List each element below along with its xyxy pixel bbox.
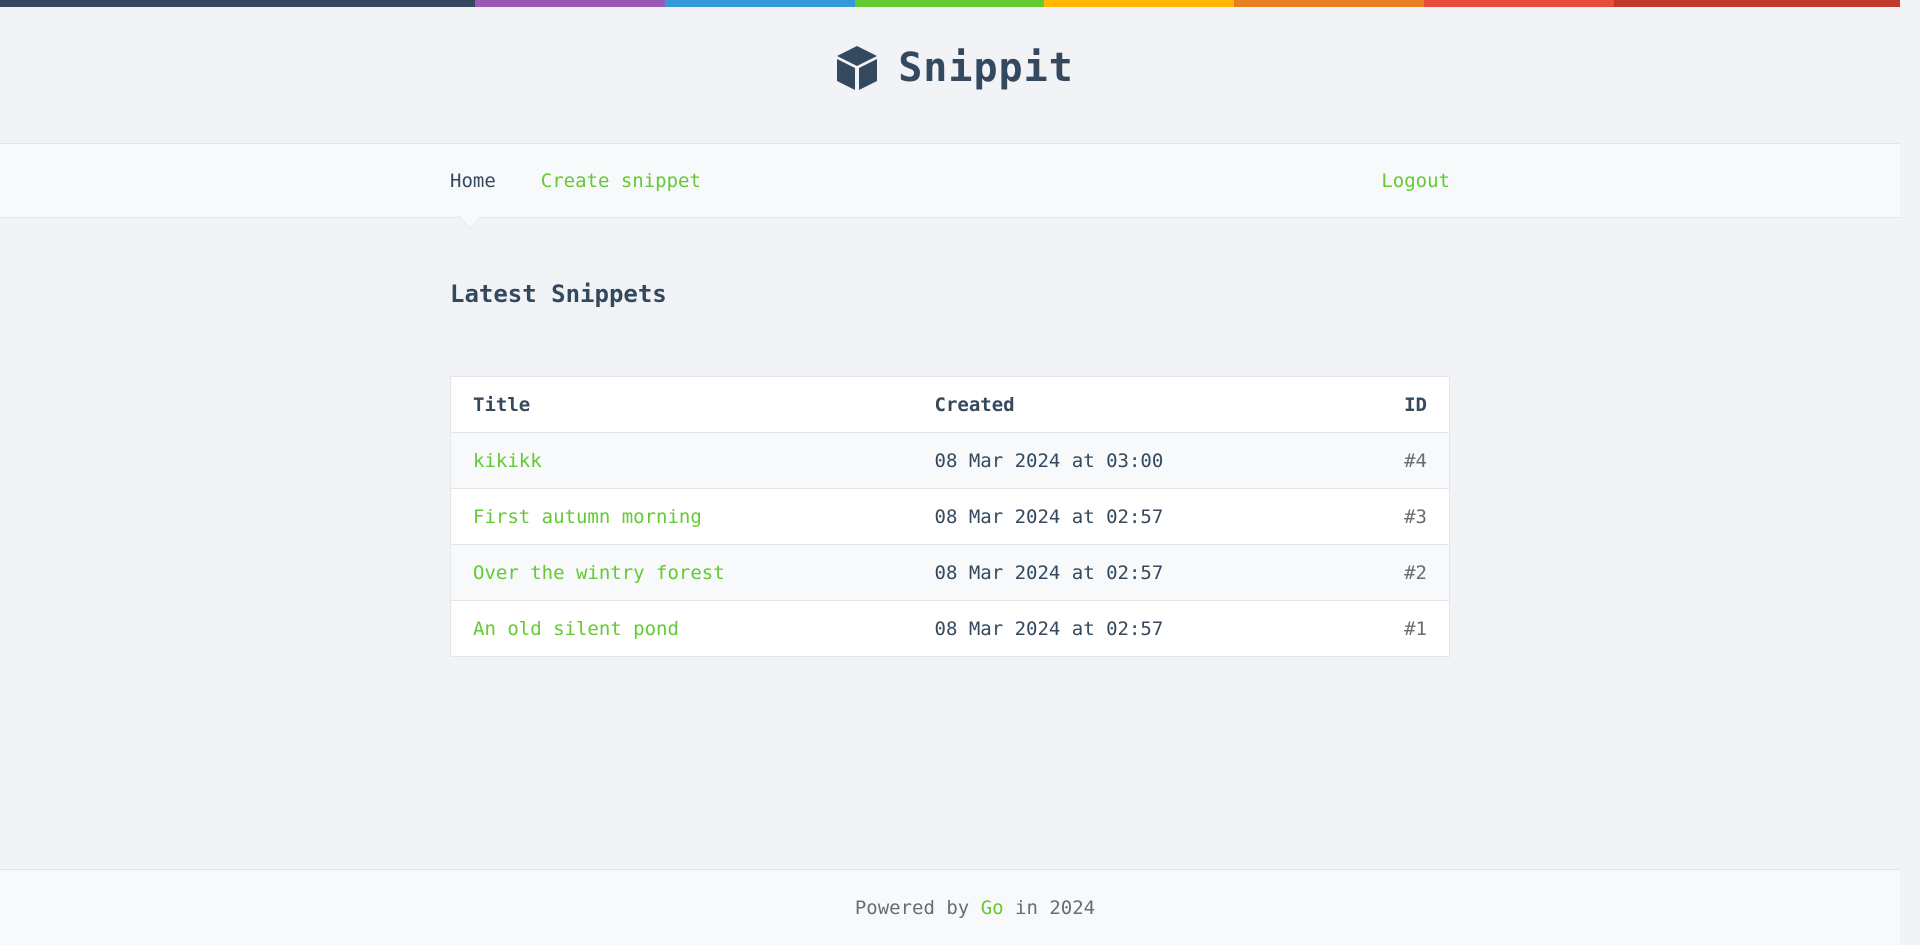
column-header-created: Created <box>912 376 1344 433</box>
table-row: First autumn morning 08 Mar 2024 at 02:5… <box>450 488 1450 545</box>
table-row: An old silent pond 08 Mar 2024 at 02:57 … <box>450 600 1450 657</box>
footer-text: Powered by Go in 2024 <box>855 897 1095 919</box>
snippet-created-cell: 08 Mar 2024 at 02:57 <box>934 617 1164 640</box>
snippets-table: Title Created ID kikikk 08 Mar 2024 at 0… <box>450 376 1450 657</box>
table-header: Title Created ID <box>450 376 1450 433</box>
cube-icon <box>836 45 878 91</box>
footer-suffix: in 2024 <box>1015 896 1096 919</box>
snippet-title-link[interactable]: First autumn morning <box>473 506 702 528</box>
snippet-title-link[interactable]: kikikk <box>473 450 542 472</box>
nav-logout-link[interactable]: Logout <box>1381 170 1450 192</box>
column-header-title: Title <box>450 376 913 433</box>
snippet-title-cell: Over the wintry forest <box>450 544 913 601</box>
snippet-title-cell: An old silent pond <box>451 601 913 657</box>
vertical-scrollbar[interactable] <box>1900 0 1920 945</box>
snippet-title-link[interactable]: An old silent pond <box>473 618 679 640</box>
main-nav: Home Create snippet Logout <box>0 143 1900 218</box>
snippet-id-cell: #4 <box>1343 432 1450 489</box>
footer-prefix: Powered by <box>854 896 970 919</box>
brand-name: Snippit <box>898 44 1074 91</box>
color-bar-segment <box>0 0 475 7</box>
table-row: kikikk 08 Mar 2024 at 03:00 #4 <box>450 432 1450 489</box>
nav-create-snippet-link[interactable]: Create snippet <box>541 170 701 192</box>
main-content: Latest Snippets Title Created ID kikikk … <box>450 218 1450 657</box>
nav-inner: Home Create snippet Logout <box>450 144 1450 217</box>
footer-go-link[interactable]: Go <box>981 897 1004 919</box>
color-bar-segment <box>1424 0 1614 7</box>
column-header-id: ID <box>1343 376 1450 433</box>
page: Snippit Home Create snippet Logout Lates… <box>0 0 1900 945</box>
site-footer: Powered by Go in 2024 <box>0 869 1900 945</box>
color-bar-segment <box>665 0 855 7</box>
snippet-title-link[interactable]: Over the wintry forest <box>473 562 725 584</box>
color-bar-segment <box>475 0 665 7</box>
top-color-bar <box>0 0 1900 7</box>
color-bar-segment <box>1044 0 1234 7</box>
snippet-id-cell: #2 <box>1343 544 1450 601</box>
table-body: kikikk 08 Mar 2024 at 03:00 #4 First aut… <box>450 432 1450 657</box>
snippet-title-cell: kikikk <box>450 432 913 489</box>
snippet-id-cell: #1 <box>1404 617 1427 640</box>
table-row: Over the wintry forest 08 Mar 2024 at 02… <box>450 544 1450 601</box>
page-title: Latest Snippets <box>450 280 667 308</box>
color-bar-segment <box>1234 0 1424 7</box>
site-header: Snippit <box>0 7 1900 143</box>
snippet-title-cell: First autumn morning <box>450 488 913 545</box>
nav-home-link[interactable]: Home <box>450 170 496 192</box>
table-header-row: Title Created ID <box>450 376 1450 433</box>
snippet-id-cell: #3 <box>1343 488 1450 545</box>
color-bar-segment <box>855 0 1044 7</box>
snippet-created-cell: 08 Mar 2024 at 02:57 <box>912 544 1344 601</box>
color-bar-segment <box>1614 0 1900 7</box>
snippet-created-cell: 08 Mar 2024 at 03:00 <box>912 432 1344 489</box>
brand-link[interactable]: Snippit <box>836 45 1074 91</box>
snippet-created-cell: 08 Mar 2024 at 02:57 <box>912 488 1344 545</box>
